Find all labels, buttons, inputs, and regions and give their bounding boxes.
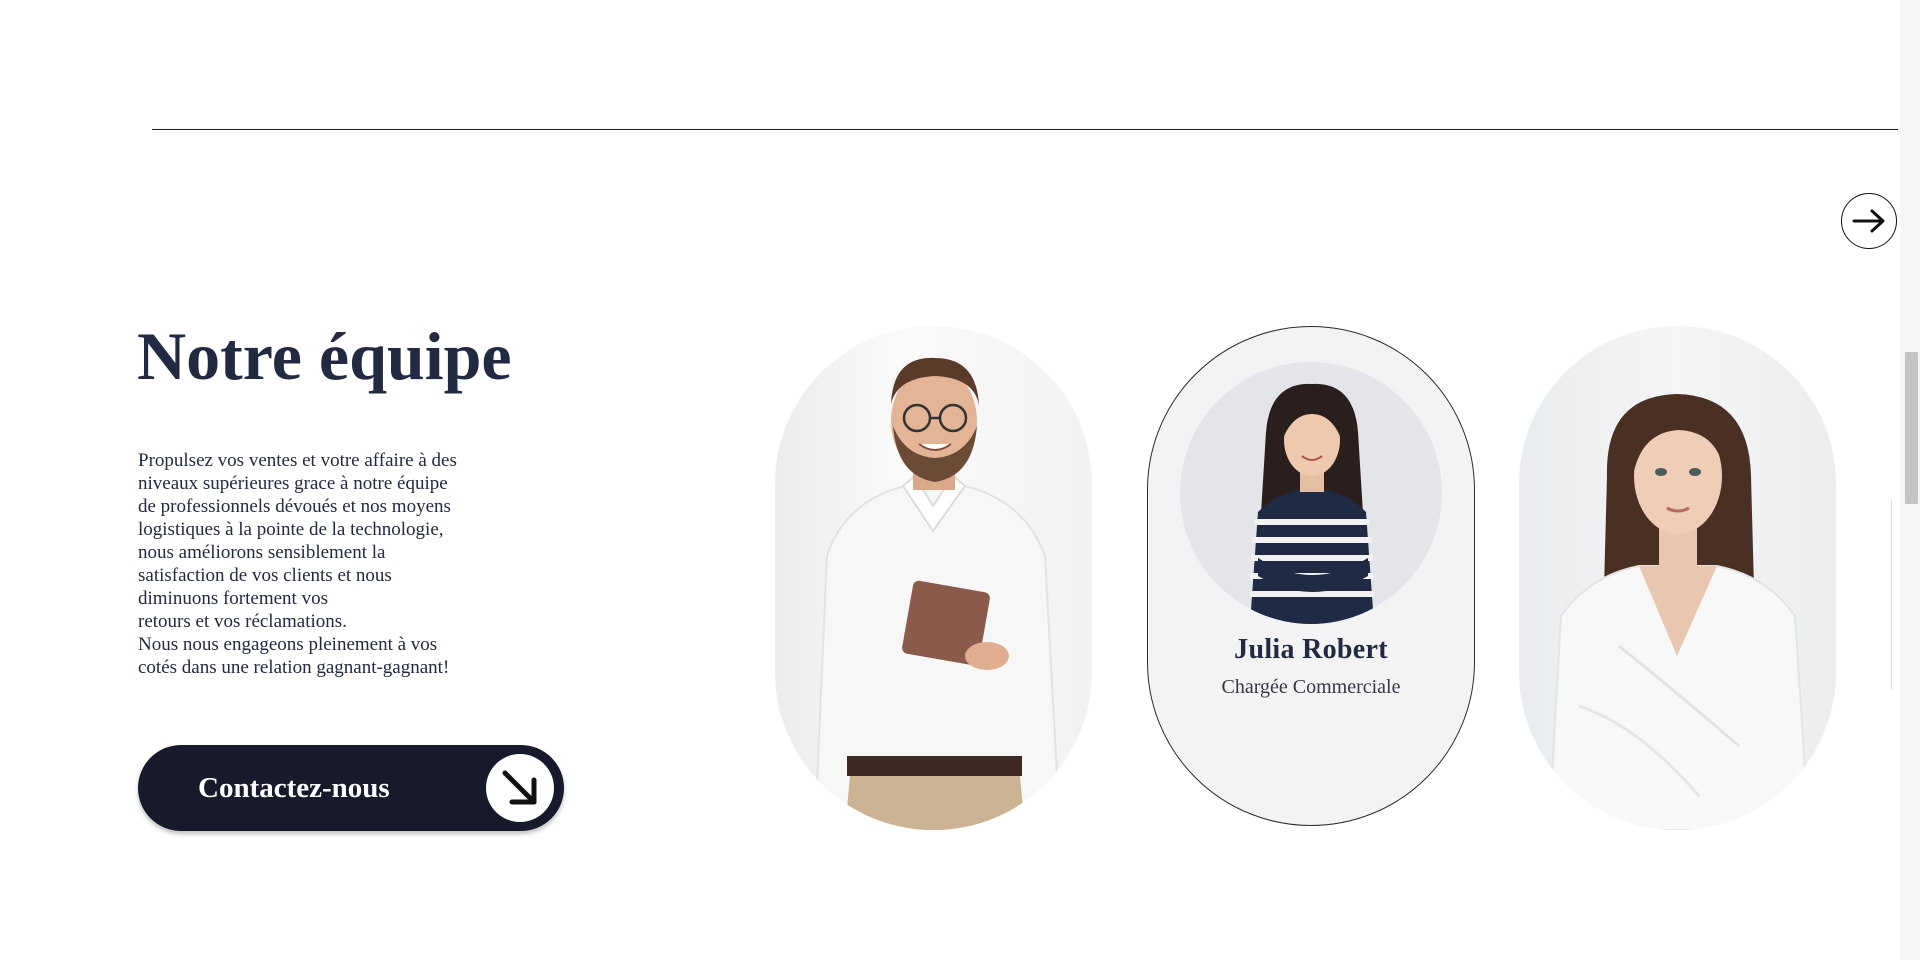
- member-role: Chargée Commerciale: [1221, 676, 1401, 698]
- intro-line: Propulsez vos ventes et votre affaire à …: [138, 450, 457, 471]
- intro-line: de professionnels dévoués et nos moyens: [138, 496, 451, 517]
- intro-line: nous améliorons sensiblement la: [138, 542, 386, 563]
- arrow-right-icon: [1852, 209, 1885, 233]
- intro-line: Nous nous engageons pleinement à vos: [138, 634, 438, 655]
- contact-button-label: Contactez-nous: [198, 771, 390, 804]
- section-divider: [152, 129, 1898, 130]
- intro-line: satisfaction de vos clients et nous: [138, 565, 392, 586]
- page-title: Notre équipe: [137, 318, 512, 394]
- contact-button[interactable]: Contactez-nous: [138, 745, 564, 831]
- intro-line: cotés dans une relation gagnant-gagnant!: [138, 657, 450, 678]
- team-member-photo: [1547, 394, 1811, 830]
- team-member-card[interactable]: [1519, 326, 1836, 830]
- carousel-next-button[interactable]: [1841, 193, 1897, 249]
- intro-line: niveaux supérieures grace à notre équipe: [138, 473, 448, 494]
- team-member-card[interactable]: [775, 326, 1092, 830]
- team-member-card-active[interactable]: Julia Robert Chargée Commerciale: [1147, 326, 1475, 826]
- carousel-edge: [1891, 500, 1892, 690]
- intro-line: diminuons fortement vos: [138, 588, 328, 609]
- member-name: Julia Robert: [1234, 634, 1388, 665]
- intro-line: logistiques à la pointe de la technologi…: [138, 519, 444, 540]
- scrollbar-thumb[interactable]: [1905, 352, 1918, 504]
- team-member-photo: [813, 357, 1062, 830]
- intro-line: retours et vos réclamations.: [138, 611, 347, 632]
- page-scrollbar[interactable]: [1900, 0, 1920, 960]
- intro-text: Propulsez vos ventes et votre affaire à …: [138, 449, 498, 679]
- arrow-down-right-icon: [486, 754, 554, 822]
- avatar: [1180, 362, 1442, 624]
